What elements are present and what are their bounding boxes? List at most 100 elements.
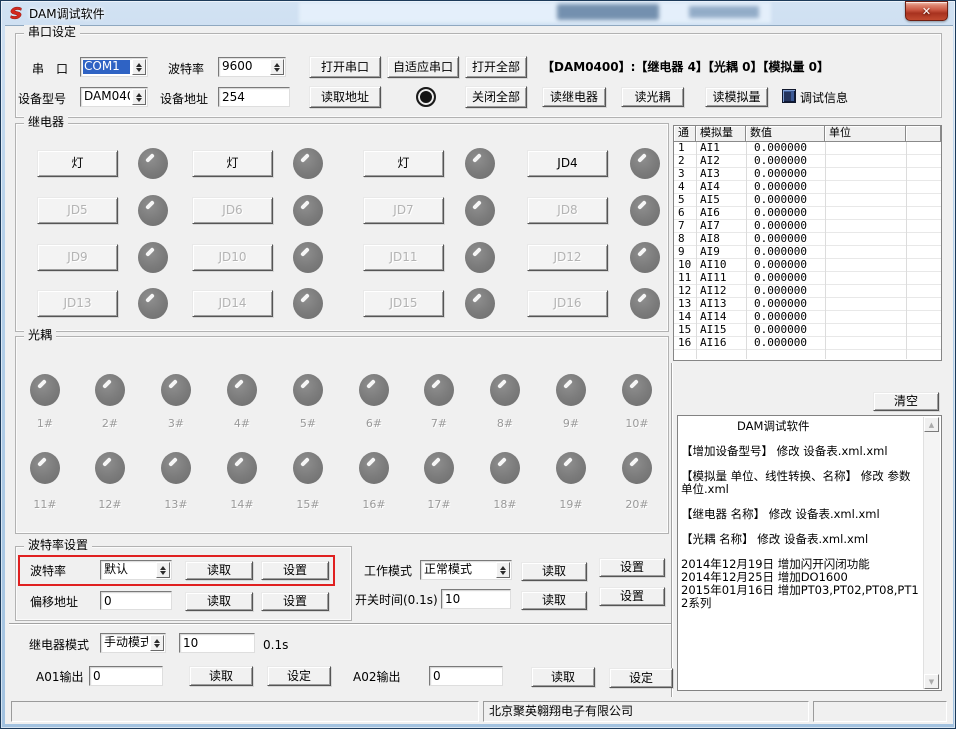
port-combobox[interactable]: COM1 [80, 57, 148, 77]
close-icon: ✕ [922, 6, 931, 17]
scroll-down-icon[interactable]: ▼ [924, 674, 939, 689]
info-line: 2015年01月16日 增加PT03,PT02,PT08,PT12系列 [681, 584, 921, 610]
work-mode-set-button[interactable]: 设置 [599, 558, 665, 577]
debug-info-icon [782, 89, 796, 103]
table-cell: AI9 [696, 246, 746, 259]
table-cell: 11 [674, 272, 696, 285]
relay-led-15 [465, 288, 495, 319]
column-header[interactable]: 模拟量 [696, 126, 746, 142]
address-label: 设备地址 [160, 92, 208, 106]
read-relay-button[interactable]: 读继电器 [542, 87, 606, 107]
table-cell [825, 298, 906, 311]
open-all-button[interactable]: 打开全部 [465, 56, 527, 78]
read-opto-button[interactable]: 读光耦 [621, 87, 684, 107]
ao1-field[interactable] [89, 666, 163, 686]
port-combobox-dropdown-icon[interactable] [132, 59, 146, 75]
relay-button-2[interactable]: 灯 [192, 150, 273, 177]
table-cell [906, 233, 941, 246]
table-cell [825, 142, 906, 155]
relay-mode-unit-label: 0.1s [263, 638, 288, 652]
ao1-set-button[interactable]: 设定 [267, 666, 331, 686]
relay-mode-combobox-value: 手动模式 [103, 636, 148, 650]
relay-led-6 [293, 195, 323, 226]
work-mode-read-button[interactable]: 读取 [521, 562, 587, 581]
read-address-button[interactable]: 读取地址 [309, 86, 381, 108]
relay-button-3[interactable]: 灯 [363, 150, 444, 177]
separator-line [9, 623, 671, 625]
baudrate-set-button[interactable]: 设置 [261, 561, 329, 580]
clear-log-button[interactable]: 清空 [873, 392, 939, 411]
relay-group-title: 继电器 [24, 115, 68, 129]
close-all-button[interactable]: 关闭全部 [465, 86, 527, 108]
relay-mode-combobox-dropdown-icon[interactable] [150, 635, 164, 651]
switch-time-set-button[interactable]: 设置 [599, 587, 665, 606]
relay-button-10: JD10 [192, 244, 273, 271]
open-serial-button[interactable]: 打开串口 [309, 56, 381, 78]
opto-led-10 [622, 374, 652, 406]
scroll-up-icon[interactable]: ▲ [924, 417, 939, 432]
opto-led-2 [95, 374, 125, 406]
offset-address-field[interactable] [100, 591, 172, 610]
offset-set-button[interactable]: 设置 [261, 592, 329, 611]
column-header[interactable] [906, 126, 941, 142]
model-combobox[interactable]: DAM0400 [80, 87, 148, 107]
ao2-read-button[interactable]: 读取 [531, 667, 595, 687]
auto-serial-button[interactable]: 自适应串口 [387, 56, 459, 78]
table-cell: AI12 [696, 285, 746, 298]
table-cell: 15 [674, 324, 696, 337]
baudrate-read-button[interactable]: 读取 [185, 561, 253, 580]
opto-channel-label: 15# [288, 498, 328, 511]
column-header[interactable]: 单位 [825, 126, 906, 142]
table-cell: AI7 [696, 220, 746, 233]
table-cell: 0.000000 [746, 181, 825, 194]
device-address-field[interactable] [218, 87, 290, 107]
column-header[interactable]: 数值 [746, 126, 825, 142]
baud-combobox-dropdown-icon[interactable] [270, 59, 284, 75]
read-analog-button[interactable]: 读模拟量 [705, 87, 768, 107]
baudrate-group-title: 波特率设置 [24, 538, 92, 552]
table-cell [825, 194, 906, 207]
relay-mode-combobox[interactable]: 手动模式 [100, 633, 166, 653]
table-cell: 7 [674, 220, 696, 233]
relay-mode-time-field[interactable] [179, 633, 255, 653]
info-scrollbar[interactable]: ▲ ▼ [923, 417, 940, 689]
relay-mode-label: 继电器模式 [29, 638, 89, 652]
relay-button-1[interactable]: 灯 [37, 150, 118, 177]
relay-led-7 [465, 195, 495, 226]
opto-channel-label: 19# [551, 498, 591, 511]
table-cell: AI4 [696, 181, 746, 194]
work-mode-combobox-dropdown-icon[interactable] [496, 562, 510, 578]
switch-time-read-button[interactable]: 读取 [521, 591, 587, 610]
table-cell: AI11 [696, 272, 746, 285]
titlebar[interactable]: DAM调试软件 ✕ [1, 1, 955, 25]
work-mode-combobox[interactable]: 正常模式 [420, 560, 512, 580]
app-window: DAM调试软件 ✕ 串口设定 串 口 COM1 波特率 9600 打开串口 自适… [0, 0, 956, 729]
debug-info-label[interactable]: 调试信息 [800, 91, 848, 105]
relay-led-2 [293, 148, 323, 179]
ao2-field[interactable] [429, 666, 503, 686]
opto-led-19 [556, 452, 586, 484]
switch-time-field[interactable] [441, 589, 511, 609]
table-cell [906, 220, 941, 233]
baudrate-combobox-dropdown-icon[interactable] [156, 562, 170, 578]
port-label: 串 口 [32, 62, 68, 76]
info-text: DAM调试软件【增加设备型号】 修改 设备表.xml.xml【模拟量 单位、线性… [681, 420, 921, 687]
model-label: 设备型号 [18, 92, 66, 106]
offset-read-button[interactable]: 读取 [185, 592, 253, 611]
ao1-read-button[interactable]: 读取 [189, 666, 253, 686]
status-cell-right [813, 701, 947, 722]
ao2-set-button[interactable]: 设定 [609, 668, 673, 688]
close-button[interactable]: ✕ [905, 1, 948, 21]
relay-led-10 [293, 242, 323, 273]
table-cell: 0.000000 [746, 155, 825, 168]
baud-combobox[interactable]: 9600 [218, 57, 286, 77]
relay-button-4[interactable]: JD4 [527, 150, 608, 177]
baudrate-combobox[interactable]: 默认 [100, 560, 172, 580]
opto-led-9 [556, 374, 586, 406]
column-header[interactable]: 通 [674, 126, 696, 142]
analog-table[interactable]: 通模拟量数值单位 1AI10.0000002AI20.0000003AI30.0… [673, 125, 942, 361]
model-combobox-dropdown-icon[interactable] [132, 89, 146, 105]
table-cell [825, 220, 906, 233]
table-cell [906, 181, 941, 194]
switch-time-label: 开关时间(0.1s) [355, 593, 438, 607]
